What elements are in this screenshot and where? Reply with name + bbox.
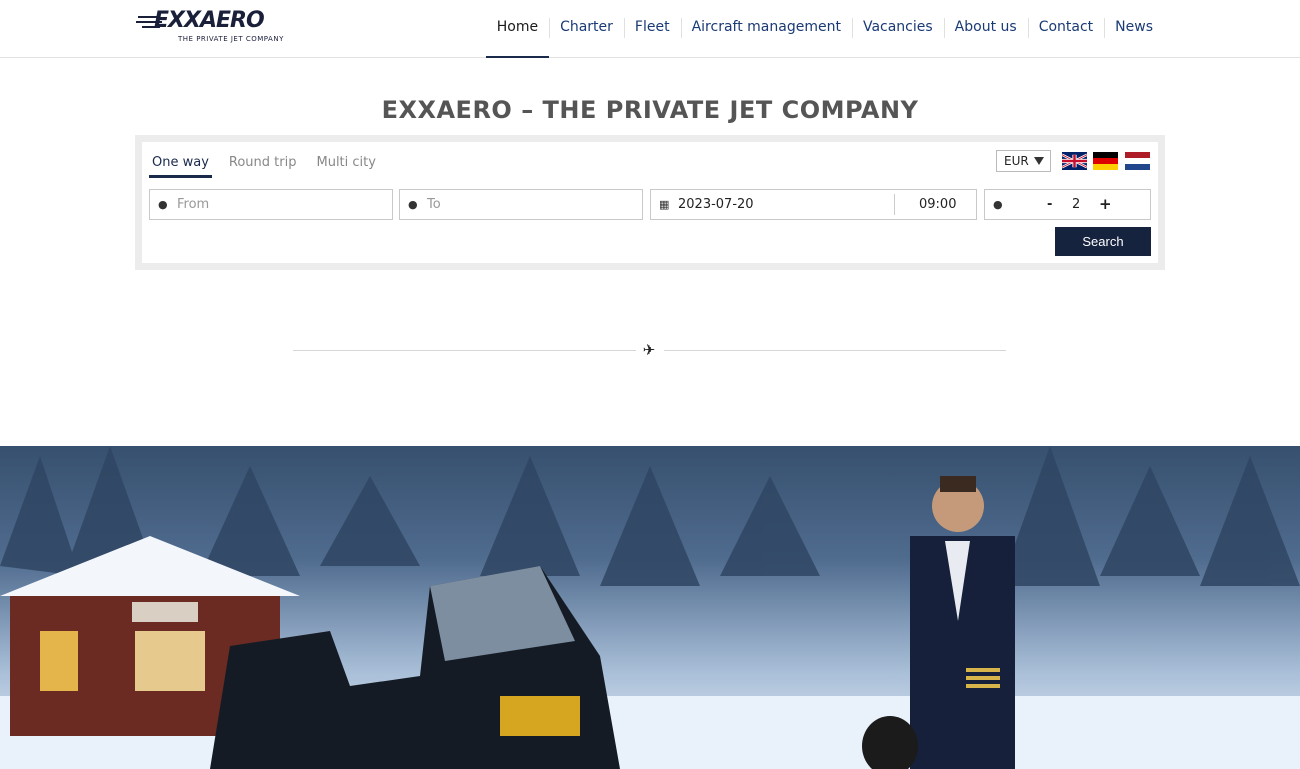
map-pin-icon: ● <box>158 198 168 211</box>
nav-item-contact[interactable]: Contact <box>1027 0 1104 58</box>
passengers-stepper: ● - 2 + <box>984 189 1151 220</box>
to-placeholder: To <box>427 197 441 212</box>
nav-item-vacancies[interactable]: Vacancies <box>851 0 944 58</box>
search-button[interactable]: Search <box>1055 227 1151 256</box>
plane-icon: ✈ <box>642 341 656 359</box>
passenger-count: 2 <box>1072 197 1081 212</box>
divider-line-right <box>664 350 1006 351</box>
nav-item-about-us[interactable]: About us <box>943 0 1028 58</box>
from-field[interactable]: ● From <box>149 189 393 220</box>
hero-image <box>0 446 1300 769</box>
trip-type-tabs: One way Round trip Multi city <box>149 155 393 178</box>
caret-down-icon <box>1034 157 1044 165</box>
person-icon: ● <box>993 198 1003 211</box>
nav-item-fleet[interactable]: Fleet <box>623 0 681 58</box>
tab-multi-city[interactable]: Multi city <box>313 155 378 178</box>
from-placeholder: From <box>177 197 210 212</box>
calendar-icon: ▦ <box>659 198 670 211</box>
tab-one-way[interactable]: One way <box>149 155 212 178</box>
divider-line-left <box>293 350 636 351</box>
nav-item-news[interactable]: News <box>1104 0 1164 58</box>
site-logo[interactable]: EXXAERO THE PRIVATE JET COMPANY <box>136 8 283 48</box>
hero-scene <box>0 446 1300 769</box>
dutch-flag-icon[interactable] <box>1125 152 1150 170</box>
nav-item-charter[interactable]: Charter <box>549 0 624 58</box>
tab-round-trip[interactable]: Round trip <box>226 155 300 178</box>
nav-item-home[interactable]: Home <box>485 0 550 58</box>
increase-passengers-button[interactable]: + <box>1099 190 1112 219</box>
currency-value: EUR <box>1004 154 1029 168</box>
german-flag-icon[interactable] <box>1093 152 1118 170</box>
date-value[interactable]: 2023-07-20 <box>678 190 754 219</box>
nav-item-aircraft-management[interactable]: Aircraft management <box>680 0 852 58</box>
to-field[interactable]: ● To <box>399 189 643 220</box>
booking-widget: One way Round trip Multi city EUR ● From… <box>135 135 1165 270</box>
date-time-field[interactable]: ▦ 2023-07-20 09:00 <box>650 189 977 220</box>
page-title: EXXAERO – THE PRIVATE JET COMPANY <box>381 96 919 124</box>
map-pin-icon: ● <box>408 198 418 211</box>
site-header: EXXAERO THE PRIVATE JET COMPANY Home Cha… <box>0 0 1300 58</box>
main-nav: Home Charter Fleet Aircraft management V… <box>485 0 1164 58</box>
time-value[interactable]: 09:00 <box>919 190 956 219</box>
english-flag-icon[interactable] <box>1062 152 1087 170</box>
date-time-divider <box>894 194 895 215</box>
currency-select[interactable]: EUR <box>996 150 1051 172</box>
decrease-passengers-button[interactable]: - <box>1047 190 1052 219</box>
logo-tagline: THE PRIVATE JET COMPANY <box>178 35 284 43</box>
booking-form: One way Round trip Multi city EUR ● From… <box>142 142 1158 263</box>
logo-wordmark: EXXAERO <box>154 8 265 33</box>
